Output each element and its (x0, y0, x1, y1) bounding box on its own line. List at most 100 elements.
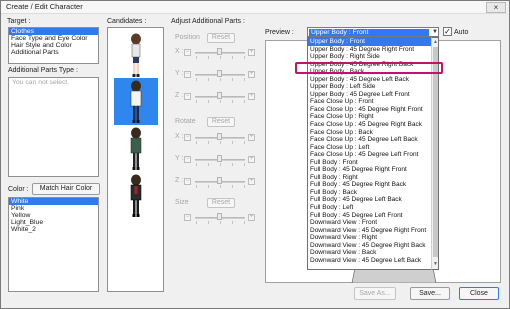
slider-tick (208, 163, 209, 166)
plus-icon[interactable]: + (248, 71, 255, 78)
plus-icon[interactable]: + (248, 214, 255, 221)
preview-option[interactable]: Full Body : 45 Degree Left Back (308, 196, 431, 204)
plus-icon[interactable]: + (248, 134, 255, 141)
target-item[interactable]: Additional Parts (9, 49, 98, 56)
preview-option[interactable]: Full Body : 45 Degree Right Back (308, 181, 431, 189)
position-axis-label: Y : (175, 70, 184, 77)
minus-icon[interactable]: − (184, 49, 191, 56)
candidate-2[interactable] (114, 125, 158, 172)
target-item[interactable]: Clothes (9, 28, 98, 35)
auto-checkbox[interactable]: ✓ (443, 27, 452, 36)
save-as-button[interactable]: Save As... (354, 287, 396, 300)
preview-option[interactable]: Face Close Up : Back (308, 129, 431, 137)
preview-option[interactable]: Face Close Up : 45 Degree Right Back (308, 121, 431, 129)
position-slider-thumb[interactable] (217, 92, 222, 99)
color-item[interactable]: White (9, 198, 98, 205)
rotate-reset-button[interactable]: Reset (207, 117, 235, 127)
preview-option[interactable]: Downward View : 45 Degree Right Back (308, 242, 431, 250)
slider-tick (220, 163, 221, 166)
preview-option[interactable]: Full Body : 45 Degree Right Front (308, 166, 431, 174)
scroll-down-icon[interactable]: ▼ (433, 261, 438, 267)
slider-tick (244, 141, 245, 144)
slider-tick (232, 221, 233, 224)
preview-dropdown[interactable]: Upper Body : Front ▼ (307, 27, 439, 37)
preview-option[interactable]: Full Body : 45 Degree Left Front (308, 212, 431, 220)
preview-option[interactable]: Upper Body : Right Side (308, 53, 431, 61)
additional-parts-type-label: Additional Parts Type : (8, 67, 78, 74)
rotate-slider-thumb[interactable] (217, 155, 222, 162)
slider-tick (220, 78, 221, 81)
candidate-1[interactable] (114, 78, 158, 125)
auto-label: Auto (454, 29, 469, 36)
minus-icon[interactable]: − (184, 214, 191, 221)
candidates-list[interactable] (107, 27, 164, 292)
preview-option[interactable]: Upper Body : 45 Degree Left Back (308, 76, 431, 84)
target-label: Target : (7, 18, 31, 25)
preview-label: Preview : (265, 29, 294, 36)
scroll-thumb[interactable] (433, 47, 438, 257)
chevron-down-icon[interactable]: ▼ (431, 28, 439, 36)
preview-option[interactable]: Downward View : Right (308, 234, 431, 242)
position-slider-thumb[interactable] (217, 48, 222, 55)
minus-icon[interactable]: − (184, 71, 191, 78)
size-label: Size (175, 199, 189, 206)
window-title: Create / Edit Character (6, 2, 83, 11)
color-item[interactable]: Pink (9, 205, 98, 212)
save-button[interactable]: Save... (410, 287, 450, 300)
minus-icon[interactable]: − (184, 93, 191, 100)
color-list[interactable]: White Pink Yellow Light_Blue White_2 (8, 197, 99, 292)
position-axis-label: Z : (175, 92, 184, 99)
preview-option[interactable]: Downward View : 45 Degree Left Back (308, 257, 431, 265)
preview-option[interactable]: Full Body : Back (308, 189, 431, 197)
preview-option[interactable]: Upper Body : Left Side (308, 83, 431, 91)
minus-icon[interactable]: − (184, 178, 191, 185)
preview-option[interactable]: Face Close Up : Right (308, 113, 431, 121)
color-item[interactable]: White_2 (9, 226, 98, 233)
preview-option[interactable]: Face Close Up : Front (308, 98, 431, 106)
preview-option[interactable]: Full Body : Front (308, 159, 431, 167)
slider-tick (244, 221, 245, 224)
slider-tick (220, 56, 221, 59)
preview-option[interactable]: Downward View : Back (308, 249, 431, 257)
additional-parts-type-list: You can not select. (8, 77, 99, 177)
preview-option[interactable]: Upper Body : Front (308, 38, 431, 46)
preview-option[interactable]: Downward View : Front (308, 219, 431, 227)
slider-tick (220, 141, 221, 144)
candidate-0[interactable] (114, 31, 158, 78)
position-reset-button[interactable]: Reset (207, 33, 235, 43)
preview-option[interactable]: Face Close Up : 45 Degree Left Front (308, 151, 431, 159)
color-item[interactable]: Light_Blue (9, 219, 98, 226)
target-item[interactable]: Face Type and Eye Color (9, 35, 98, 42)
preview-option[interactable]: Full Body : Left (308, 204, 431, 212)
match-hair-color-button[interactable]: Match Hair Color (32, 183, 100, 195)
candidate-3[interactable] (114, 172, 158, 219)
target-list[interactable]: Clothes Face Type and Eye Color Hair Style… (8, 27, 99, 64)
rotate-slider-thumb[interactable] (217, 177, 222, 184)
preview-option[interactable]: Downward View : 45 Degree Right Front (308, 227, 431, 235)
plus-icon[interactable]: + (248, 49, 255, 56)
color-item[interactable]: Yellow (9, 212, 98, 219)
plus-icon[interactable]: + (248, 93, 255, 100)
preview-option[interactable]: Upper Body : 45 Degree Left Front (308, 91, 431, 99)
preview-option[interactable]: Upper Body : 45 Degree Right Front (308, 46, 431, 54)
close-button[interactable]: Close (459, 287, 499, 300)
plus-icon[interactable]: + (248, 156, 255, 163)
position-slider-row: Y : − + (172, 68, 262, 82)
preview-option[interactable]: Full Body : Right (308, 174, 431, 182)
rotate-axis-label: X : (175, 133, 184, 140)
position-slider-thumb[interactable] (217, 70, 222, 77)
preview-option[interactable]: Face Close Up : 45 Degree Right Front (308, 106, 431, 114)
scroll-up-icon[interactable]: ▲ (433, 39, 438, 45)
rotate-slider-thumb[interactable] (217, 133, 222, 140)
size-slider-thumb[interactable] (217, 213, 222, 220)
minus-icon[interactable]: − (184, 156, 191, 163)
minus-icon[interactable]: − (184, 134, 191, 141)
size-reset-button[interactable]: Reset (207, 198, 235, 208)
slider-tick (220, 185, 221, 188)
position-slider-row: Z : − + (172, 90, 262, 104)
plus-icon[interactable]: + (248, 178, 255, 185)
preview-option[interactable]: Face Close Up : 45 Degree Left Back (308, 136, 431, 144)
preview-option[interactable]: Face Close Up : Left (308, 144, 431, 152)
target-item[interactable]: Hair Style and Color (9, 42, 98, 49)
window-close-button[interactable]: × (486, 2, 506, 13)
